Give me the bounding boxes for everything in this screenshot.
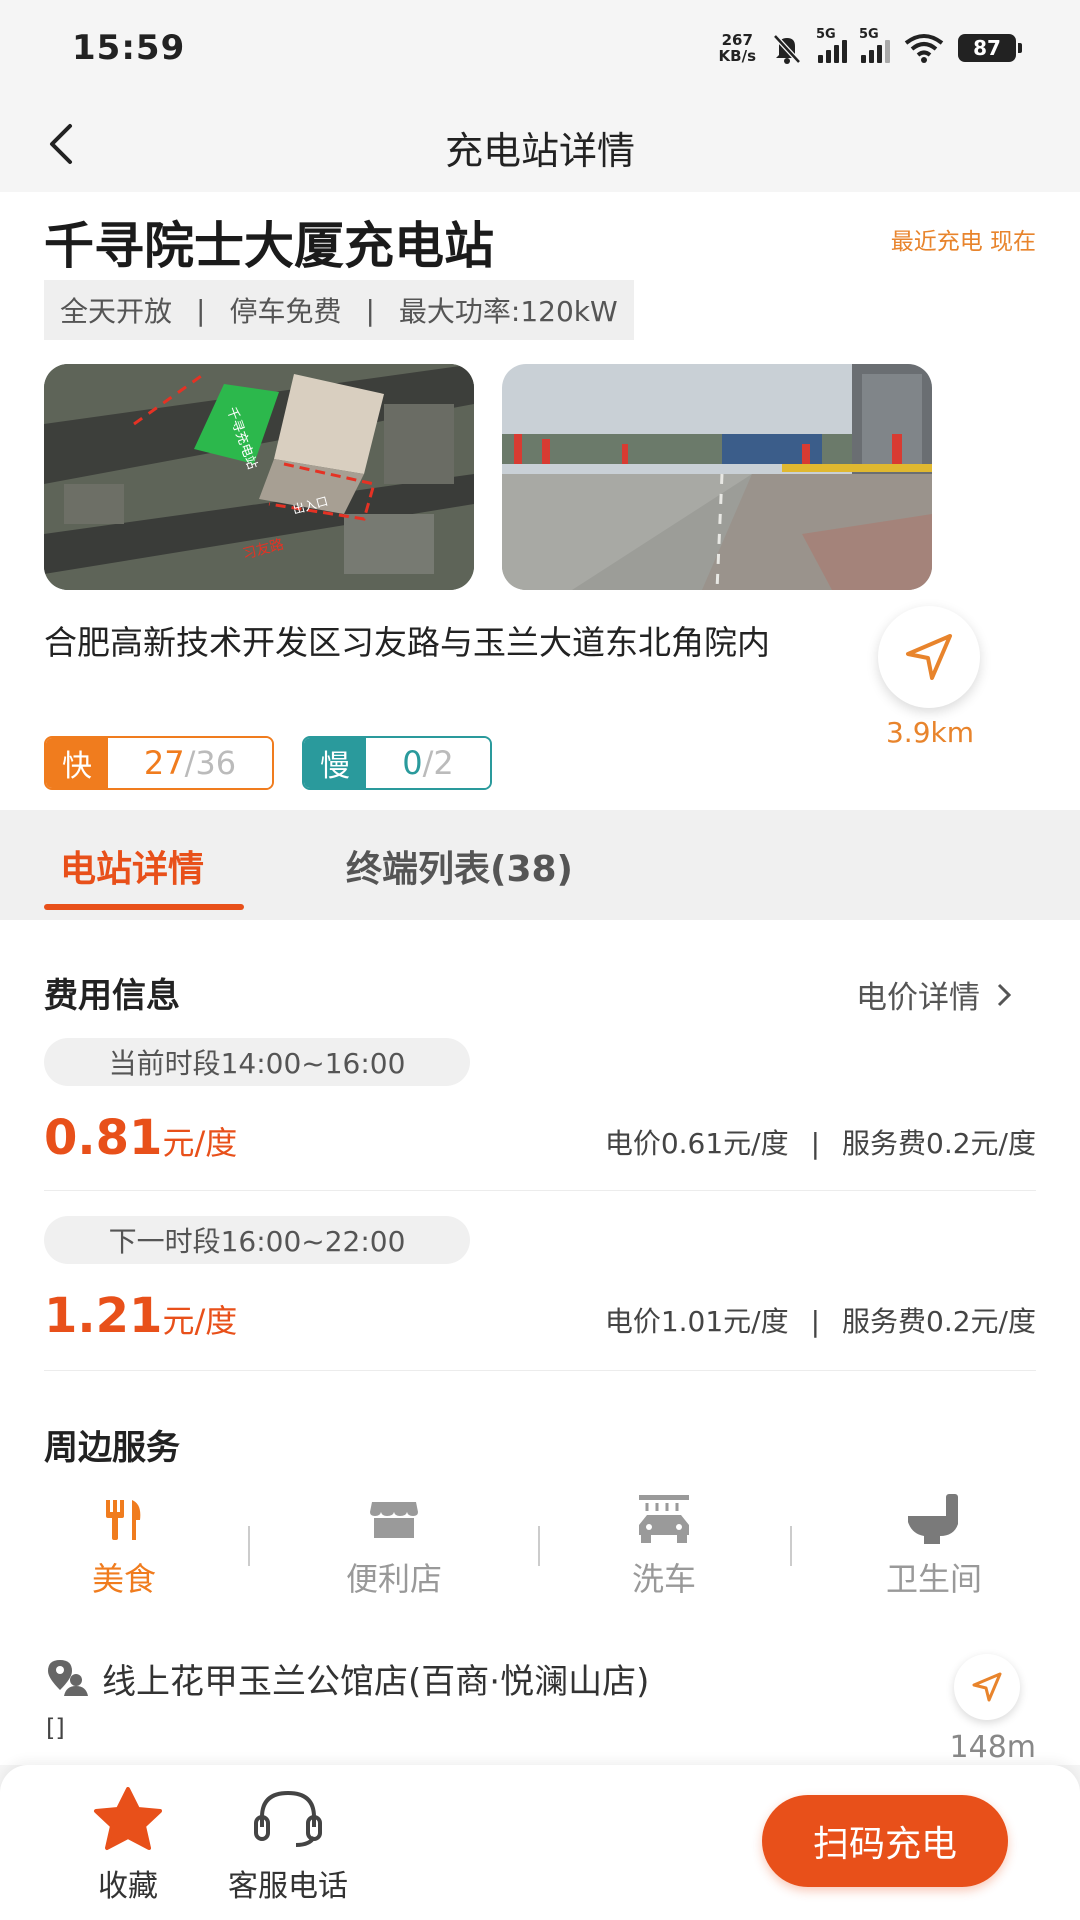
service-toilet[interactable]: 卫生间 xyxy=(844,1490,1024,1600)
poi-navigate-button[interactable] xyxy=(954,1654,1020,1720)
fork-knife-icon xyxy=(106,1500,141,1540)
mute-bell-icon xyxy=(773,34,801,64)
customer-service-button[interactable]: 客服电话 xyxy=(228,1787,348,1905)
next-service-fee: 服务费0.2元/度 xyxy=(842,1305,1036,1338)
headset-icon xyxy=(254,1790,322,1847)
navigation-arrow-icon xyxy=(972,1672,1002,1702)
fast-total: /36 xyxy=(184,744,237,782)
navigation-arrow-icon xyxy=(906,634,952,680)
nearby-services: 美食 便利店 洗车 卫生间 xyxy=(0,1490,1080,1600)
station-photo-ground[interactable] xyxy=(502,364,932,590)
net-speed: 267 KB/s xyxy=(719,32,756,64)
current-electricity-fee: 电价0.61元/度 xyxy=(604,1127,789,1160)
chevron-right-icon xyxy=(997,983,1012,1006)
current-price-value: 0.81 xyxy=(44,1110,163,1166)
tag-separator: | xyxy=(365,293,375,327)
page-title: 充电站详情 xyxy=(444,129,635,173)
slow-charger-count: 慢 0/2 xyxy=(302,736,492,790)
service-store-label: 便利店 xyxy=(345,1560,442,1598)
service-separator xyxy=(538,1526,540,1566)
sim2-label: 5G xyxy=(859,27,879,42)
tab-terminal-list[interactable]: 终端列表(38) xyxy=(346,840,573,892)
fee-section-title: 费用信息 xyxy=(44,976,180,1016)
station-distance: 3.9km xyxy=(885,716,975,749)
bottom-action-bar: 收藏 客服电话 扫码充电 xyxy=(0,1765,1080,1920)
recent-charge-label: 最近充电 现在 xyxy=(890,229,1036,255)
wifi-icon xyxy=(904,34,944,63)
fast-available: 27 xyxy=(143,744,185,782)
net-speed-value: 267 xyxy=(721,31,753,49)
favorite-button[interactable]: 收藏 xyxy=(88,1787,168,1905)
divider xyxy=(44,1370,1036,1371)
slow-total: /2 xyxy=(422,744,454,782)
slow-label: 慢 xyxy=(304,738,366,788)
station-tags: 全天开放 | 停车免费 | 最大功率:120kW xyxy=(44,280,634,340)
service-separator xyxy=(248,1526,250,1566)
sim1-label: 5G xyxy=(816,27,836,42)
scan-to-charge-button[interactable]: 扫码充电 xyxy=(762,1795,1008,1887)
current-period-pill: 当前时段14:00~16:00 xyxy=(44,1038,470,1086)
current-price-unit: 元/度 xyxy=(162,1124,238,1162)
station-address: 合肥高新技术开发区习友路与玉兰大道东北角院内 xyxy=(44,623,770,662)
station-name: 千寻院士大厦充电站 xyxy=(44,217,494,275)
service-car-wash-label: 洗车 xyxy=(631,1560,696,1598)
service-food-label: 美食 xyxy=(91,1560,156,1598)
next-price: 1.21元/度 xyxy=(44,1288,237,1344)
tag-open-hours: 全天开放 xyxy=(60,295,173,328)
detail-tabs: 电站详情 终端列表(38) xyxy=(0,810,1080,920)
station-photos[interactable]: 千寻充电站 出入口 习友路 xyxy=(44,364,932,590)
slow-available: 0 xyxy=(402,744,423,782)
price-details-link[interactable]: 电价详情 xyxy=(856,972,1014,1017)
tag-separator: | xyxy=(196,293,206,327)
breakdown-separator: | xyxy=(810,1127,821,1160)
status-icons: 267 KB/s 5G 5G 87 xyxy=(719,27,1022,68)
favorite-label: 收藏 xyxy=(98,1869,158,1904)
current-price-breakdown: 电价0.61元/度 | 服务费0.2元/度 xyxy=(605,1122,1036,1162)
tag-parking: 停车免费 xyxy=(229,295,342,328)
star-icon xyxy=(94,1787,162,1850)
service-car-wash[interactable]: 洗车 xyxy=(574,1490,754,1600)
breakdown-separator: | xyxy=(810,1305,821,1338)
next-price-unit: 元/度 xyxy=(162,1302,238,1340)
fast-label: 快 xyxy=(46,738,108,788)
services-section-title: 周边服务 xyxy=(44,1428,180,1468)
slow-count-value: 0/2 xyxy=(366,738,490,788)
tab-active-indicator xyxy=(44,904,244,910)
title-bar: 充电站详情 xyxy=(0,96,1080,192)
poi-subtext: [] xyxy=(46,1714,65,1742)
divider xyxy=(44,1190,1036,1191)
tab-station-details[interactable]: 电站详情 xyxy=(60,840,204,892)
store-icon xyxy=(370,1502,418,1538)
next-electricity-fee: 电价1.01元/度 xyxy=(604,1305,789,1338)
status-time: 15:59 xyxy=(72,28,186,68)
status-bar: 15:59 267 KB/s 5G 5G 87 xyxy=(0,0,1080,96)
car-wash-icon xyxy=(639,1495,689,1543)
next-period-pill: 下一时段16:00~22:00 xyxy=(44,1216,470,1264)
tag-max-power: 最大功率:120kW xyxy=(398,295,618,328)
location-person-icon xyxy=(48,1660,88,1696)
current-service-fee: 服务费0.2元/度 xyxy=(842,1127,1036,1160)
price-details-label: 电价详情 xyxy=(856,980,980,1016)
customer-service-label: 客服电话 xyxy=(228,1869,348,1904)
station-details-content: 费用信息 电价详情 当前时段14:00~16:00 0.81元/度 电价0.61… xyxy=(0,920,1080,1765)
fast-charger-count: 快 27/36 xyxy=(44,736,274,790)
current-price: 0.81元/度 xyxy=(44,1110,237,1166)
station-photo-aerial[interactable]: 千寻充电站 出入口 习友路 xyxy=(44,364,474,590)
navigate-button[interactable] xyxy=(878,606,980,708)
toilet-icon xyxy=(908,1494,958,1544)
battery-icon: 87 xyxy=(958,34,1022,62)
next-price-breakdown: 电价1.01元/度 | 服务费0.2元/度 xyxy=(605,1300,1036,1340)
service-separator xyxy=(790,1526,792,1566)
signal-icon-sim2: 5G xyxy=(859,27,890,63)
fast-count-value: 27/36 xyxy=(108,738,272,788)
net-speed-unit: KB/s xyxy=(718,47,756,65)
service-food[interactable]: 美食 xyxy=(34,1490,214,1600)
station-card: 千寻院士大厦充电站 最近充电 现在 全天开放 | 停车免费 | 最大功率:120… xyxy=(0,192,1080,810)
poi-name: 线上花甲玉兰公馆店(百商·悦澜山店) xyxy=(102,1662,650,1702)
service-store[interactable]: 便利店 xyxy=(304,1490,484,1600)
signal-icon-sim1: 5G xyxy=(816,27,847,63)
poi-distance: 148m xyxy=(949,1730,1036,1765)
service-toilet-label: 卫生间 xyxy=(885,1560,982,1598)
next-price-value: 1.21 xyxy=(44,1288,163,1344)
